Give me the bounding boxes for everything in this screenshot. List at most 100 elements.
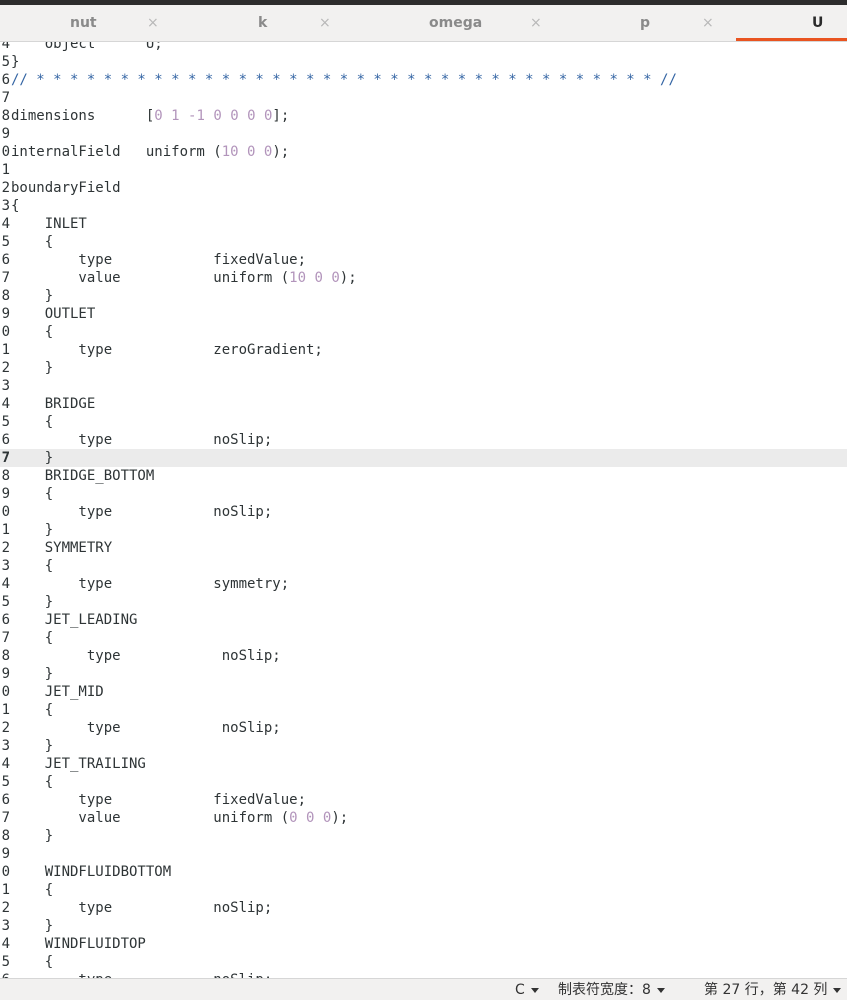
code-line[interactable]: 0 internalField uniform (10 0 0);: [0, 143, 847, 161]
language-label: C: [515, 982, 525, 998]
code-line[interactable]: 8 }: [0, 827, 847, 845]
code-line[interactable]: 0 type noSlip;: [0, 503, 847, 521]
line-number: 9: [1, 306, 10, 322]
code-line[interactable]: 2 SYMMETRY: [0, 539, 847, 557]
code-line[interactable]: 9 {: [0, 485, 847, 503]
code-line[interactable]: 6 type noSlip;: [0, 971, 847, 978]
code-line[interactable]: 0 JET_MID: [0, 683, 847, 701]
code-line[interactable]: 4 JET_TRAILING: [0, 755, 847, 773]
code-line[interactable]: 7 }: [0, 449, 847, 467]
line-number: 0: [1, 504, 10, 520]
code-line[interactable]: 9: [0, 125, 847, 143]
code-line[interactable]: 1 {: [0, 881, 847, 899]
line-number: 3: [1, 558, 10, 574]
code-editor[interactable]: 4 object U; 5} 6// * * * * * * * * * * * *…: [0, 42, 847, 978]
close-icon[interactable]: ×: [530, 5, 542, 41]
code-text: value uniform (10 0 0);: [11, 270, 357, 286]
code-line[interactable]: 7 value uniform (10 0 0);: [0, 269, 847, 287]
code-line[interactable]: 2 type noSlip;: [0, 719, 847, 737]
code-line[interactable]: 1 type zeroGradient;: [0, 341, 847, 359]
code-text: {: [11, 702, 54, 718]
line-number: 9: [1, 486, 10, 502]
code-line[interactable]: 9: [0, 845, 847, 863]
tab-p[interactable]: p ×: [544, 5, 736, 41]
code-line[interactable]: 4 type symmetry;: [0, 575, 847, 593]
line-number: 0: [1, 864, 10, 880]
code-line[interactable]: 7: [0, 89, 847, 107]
code-line[interactable]: 2 boundaryField: [0, 179, 847, 197]
tab-label: nut: [70, 15, 97, 31]
close-icon[interactable]: ×: [319, 5, 331, 41]
line-number: 8: [1, 108, 10, 124]
code-text: {: [11, 324, 54, 340]
code-line[interactable]: 5 {: [0, 233, 847, 251]
code-text: }: [11, 918, 54, 934]
code-line[interactable]: 3 {: [0, 557, 847, 575]
code-line[interactable]: 5}: [0, 53, 847, 71]
code-text: }: [11, 288, 54, 304]
code-text: OUTLET: [11, 306, 96, 322]
line-number: 2: [1, 540, 10, 556]
close-icon[interactable]: ×: [147, 5, 159, 41]
line-number: 0: [1, 684, 10, 700]
code-line[interactable]: 1: [0, 161, 847, 179]
code-line[interactable]: 3{: [0, 197, 847, 215]
code-line[interactable]: 5 {: [0, 773, 847, 791]
code-text: boundaryField: [11, 180, 121, 196]
code-text: type noSlip;: [11, 504, 273, 520]
code-line[interactable]: 5 {: [0, 413, 847, 431]
tab-omega[interactable]: omega ×: [344, 5, 544, 41]
code-line[interactable]: 7 {: [0, 629, 847, 647]
tab-k[interactable]: k ×: [172, 5, 344, 41]
code-line[interactable]: 3: [0, 377, 847, 395]
code-text: {: [11, 630, 54, 646]
code-line[interactable]: 6// * * * * * * * * * * * * * * * * * * …: [0, 71, 847, 89]
code-line[interactable]: 9 OUTLET: [0, 305, 847, 323]
status-bar: C 制表符宽度：8 第 27 行，第 42 列: [0, 978, 847, 1000]
language-selector[interactable]: C: [515, 979, 539, 1001]
line-number: 5: [1, 594, 10, 610]
code-line[interactable]: 4 INLET: [0, 215, 847, 233]
code-text: JET_TRAILING: [11, 756, 146, 772]
code-line[interactable]: 6 type fixedValue;: [0, 791, 847, 809]
code-line[interactable]: 1 }: [0, 521, 847, 539]
code-line[interactable]: 4 WINDFLUIDTOP: [0, 935, 847, 953]
code-line[interactable]: 3 }: [0, 737, 847, 755]
tab-nut[interactable]: nut ×: [0, 5, 172, 41]
code-line[interactable]: 8 dimensions [0 1 -1 0 0 0 0];: [0, 107, 847, 125]
tab-width-selector[interactable]: 制表符宽度：8: [558, 979, 665, 1001]
code-line[interactable]: 0 WINDFLUIDBOTTOM: [0, 863, 847, 881]
code-text: BRIDGE_BOTTOM: [11, 468, 155, 484]
chevron-down-icon: [833, 987, 842, 993]
code-line[interactable]: 8 type noSlip;: [0, 647, 847, 665]
code-line[interactable]: 5 }: [0, 593, 847, 611]
line-number: 5: [1, 54, 10, 70]
line-number: 1: [1, 702, 10, 718]
code-line[interactable]: 3 }: [0, 917, 847, 935]
code-text: }: [11, 360, 54, 376]
tab-u[interactable]: U: [736, 5, 847, 41]
code-line[interactable]: 6 type noSlip;: [0, 431, 847, 449]
code-line[interactable]: 6 type fixedValue;: [0, 251, 847, 269]
code-line[interactable]: 7 value uniform (0 0 0);: [0, 809, 847, 827]
line-number: 0: [1, 324, 10, 340]
code-text: SYMMETRY: [11, 540, 113, 556]
line-number: 5: [1, 414, 10, 430]
code-text: JET_MID: [11, 684, 104, 700]
code-line[interactable]: 6 JET_LEADING: [0, 611, 847, 629]
code-line[interactable]: 4 object U;: [0, 42, 847, 53]
cursor-position-selector[interactable]: 第 27 行，第 42 列: [704, 979, 842, 1001]
line-number: 5: [1, 954, 10, 970]
code-line[interactable]: 4 BRIDGE: [0, 395, 847, 413]
code-text: {: [11, 882, 54, 898]
code-line[interactable]: 8 BRIDGE_BOTTOM: [0, 467, 847, 485]
close-icon[interactable]: ×: [702, 5, 714, 41]
code-line[interactable]: 2 }: [0, 359, 847, 377]
code-line[interactable]: 8 }: [0, 287, 847, 305]
code-text: type noSlip;: [11, 648, 281, 664]
code-line[interactable]: 2 type noSlip;: [0, 899, 847, 917]
code-line[interactable]: 5 {: [0, 953, 847, 971]
code-line[interactable]: 9 }: [0, 665, 847, 683]
code-line[interactable]: 0 {: [0, 323, 847, 341]
code-line[interactable]: 1 {: [0, 701, 847, 719]
